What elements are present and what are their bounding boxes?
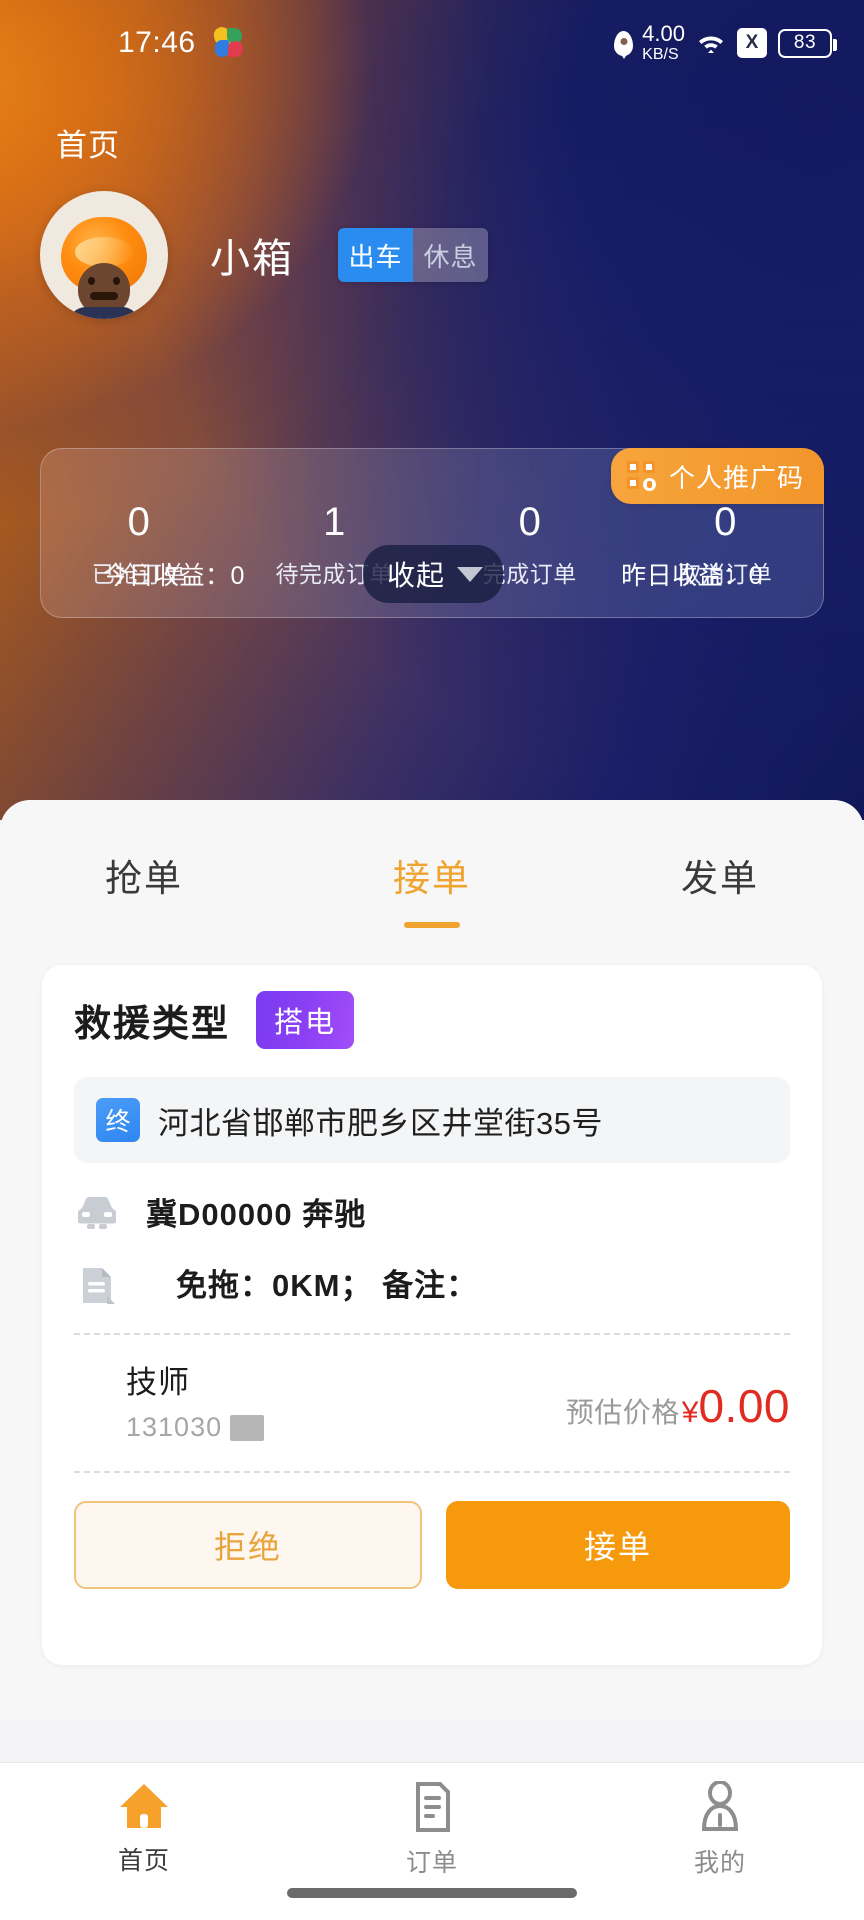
nav-item-home[interactable]: 首页 <box>0 1781 288 1877</box>
netspeed-value: 4.00 <box>642 21 685 46</box>
earnings-row: 今日收益：0 收起 昨日收益：0 <box>41 545 823 603</box>
wifi-icon <box>696 31 726 55</box>
vehicle-text: 冀D00000 奔驰 <box>146 1197 367 1232</box>
price-label: 预估价格 <box>565 1397 680 1428</box>
rescue-type-label: 救援类型 <box>74 1003 230 1044</box>
home-indicator <box>287 1888 577 1898</box>
duty-status-toggle[interactable]: 出车 休息 <box>338 228 488 282</box>
status-time: 17:46 <box>118 26 196 59</box>
redaction-block <box>230 1415 264 1441</box>
vehicle-row: 冀D00000 奔驰 <box>74 1189 790 1234</box>
order-tabs: 抢单 接单 发单 <box>0 800 864 950</box>
address-text: 河北省邯郸市肥乡区井堂街35号 <box>158 1105 603 1141</box>
status-bar: 17:46 4.00 KB/S X 83 <box>0 0 864 86</box>
stat-value: 0 <box>127 500 150 544</box>
divider-bottom <box>74 1471 790 1473</box>
technician-label: 技师 <box>126 1365 190 1400</box>
user-name: 小箱 <box>210 237 294 281</box>
accept-button[interactable]: 接单 <box>446 1501 790 1589</box>
avatar-body <box>68 307 140 319</box>
battery-level: 83 <box>793 32 817 53</box>
order-card: 救援类型 搭电 终 河北省邯郸市肥乡区井堂街35号 冀D00000 奔驰 免拖：… <box>42 965 822 1665</box>
technician-phone-text: 131030 7 <box>126 1412 247 1442</box>
promo-code-badge[interactable]: 个人推广码 <box>610 448 824 504</box>
location-pin-icon <box>614 30 634 56</box>
toggle-on-duty[interactable]: 出车 <box>338 228 413 282</box>
note-row: 免拖：0KM； 备注： <box>74 1260 790 1305</box>
status-bar-right: 4.00 KB/S X 83 <box>614 23 837 63</box>
stat-value: 0 <box>518 500 541 544</box>
divider-top <box>74 1333 790 1335</box>
nav-item-orders[interactable]: 订单 <box>288 1781 576 1879</box>
technician-phone: 131030 7 <box>126 1412 264 1443</box>
tab-accept-order[interactable]: 接单 <box>288 848 576 902</box>
x-badge-icon: X <box>737 28 767 58</box>
profile-row: 小箱 出车 休息 <box>0 190 864 320</box>
qr-code-icon <box>626 461 657 491</box>
promo-code-label: 个人推广码 <box>668 462 804 493</box>
nav-label-orders: 订单 <box>405 1849 458 1877</box>
nav-label-profile: 我的 <box>693 1849 746 1877</box>
stats-card: 个人推广码 0 已抢订单 1 待完成订单 0 完成订单 0 取消订单 今日收益：… <box>40 448 824 618</box>
collapse-label: 收起 <box>387 560 446 591</box>
status-bar-left: 17:46 <box>0 25 244 60</box>
avatar[interactable] <box>40 191 168 319</box>
bottom-navigation: 首页 订单 我的 <box>0 1762 864 1920</box>
tab-send-order[interactable]: 发单 <box>576 848 864 902</box>
profile-person-icon <box>697 1780 743 1833</box>
toggle-rest[interactable]: 休息 <box>413 228 488 282</box>
order-document-icon <box>410 1781 454 1833</box>
netspeed-unit: KB/S <box>642 46 679 63</box>
network-speed: 4.00 KB/S <box>642 23 685 63</box>
battery-indicator: 83 <box>778 28 837 58</box>
hero-background <box>0 0 864 820</box>
order-actions: 拒绝 接单 <box>74 1501 790 1589</box>
note-text: 免拖：0KM； 备注： <box>176 1268 479 1303</box>
collapse-button[interactable]: 收起 <box>363 545 504 603</box>
price-value: 0.00 <box>698 1380 790 1432</box>
nav-item-profile[interactable]: 我的 <box>576 1780 864 1879</box>
yesterday-earnings: 昨日收益：0 <box>621 562 764 590</box>
today-earnings: 今日收益：0 <box>103 562 245 590</box>
order-header: 救援类型 搭电 <box>74 991 790 1049</box>
document-note-icon <box>74 1263 120 1304</box>
address-row[interactable]: 终 河北省邯郸市肥乡区井堂街35号 <box>74 1077 790 1163</box>
reject-button[interactable]: 拒绝 <box>74 1501 422 1589</box>
technician-info: 技师 131030 7 <box>74 1357 264 1443</box>
currency-symbol: ¥ <box>681 1396 699 1429</box>
stat-value: 0 <box>714 500 737 544</box>
nav-label-home: 首页 <box>117 1847 170 1875</box>
caret-down-icon <box>457 566 484 582</box>
google-photos-icon <box>211 25 244 59</box>
rescue-type-badge: 搭电 <box>256 991 355 1049</box>
page-title: 首页 <box>56 128 120 163</box>
price-block: 预估价格 ¥ 0.00 <box>566 1357 790 1433</box>
destination-chip: 终 <box>96 1098 140 1142</box>
stat-value: 1 <box>323 500 346 544</box>
car-icon <box>74 1192 120 1232</box>
home-icon <box>117 1781 171 1831</box>
technician-row: 技师 131030 7 预估价格 ¥ 0.00 <box>74 1357 790 1443</box>
tab-grab-order[interactable]: 抢单 <box>0 848 288 902</box>
